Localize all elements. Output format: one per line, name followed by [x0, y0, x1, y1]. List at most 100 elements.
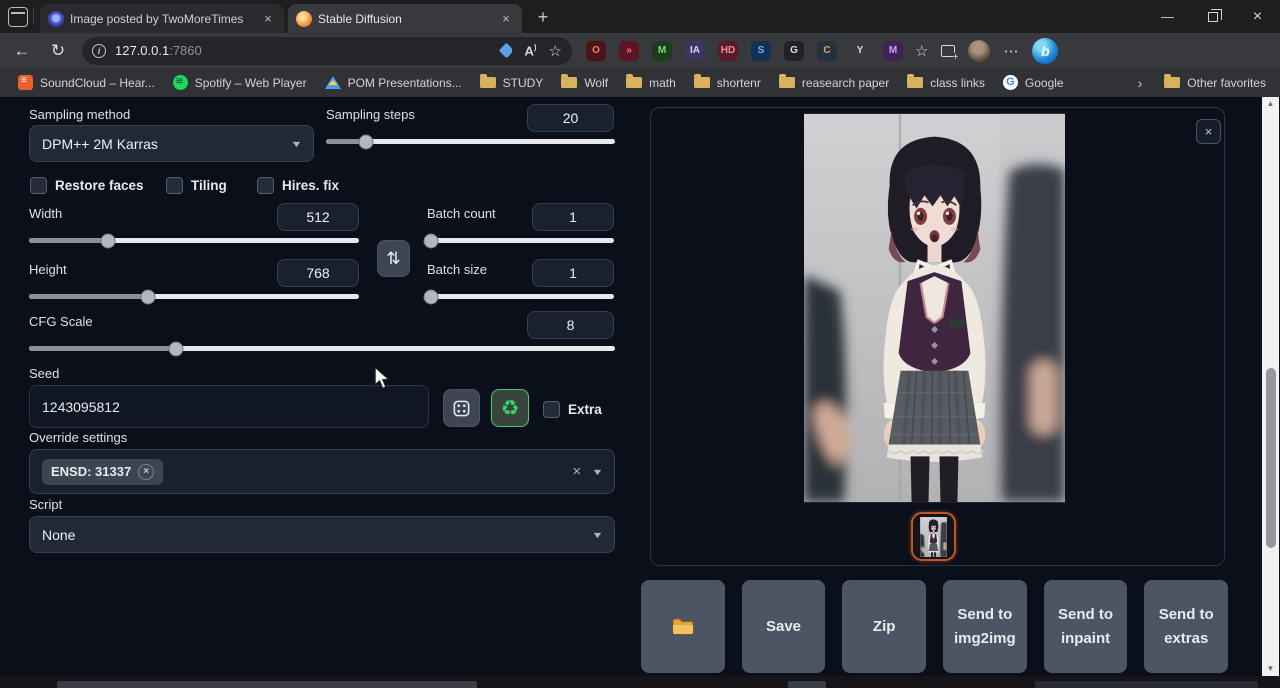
scroll-up-icon[interactable]: ▲ [1262, 97, 1279, 111]
bookmark-folder-math[interactable]: math [626, 76, 676, 90]
batch-size-input[interactable]: 1 [532, 259, 614, 287]
cfg-scale-input[interactable]: 8 [527, 311, 614, 339]
bookmark-google[interactable]: GGoogle [1003, 75, 1064, 90]
reuse-seed-button[interactable]: ♻ [491, 389, 529, 427]
site-info-icon[interactable]: i [92, 44, 106, 58]
bookmark-folder-class-links[interactable]: class links [907, 76, 985, 90]
script-dropdown[interactable]: None ▼ [29, 516, 615, 553]
extension-icon-2[interactable]: » [619, 41, 639, 61]
batch-count-slider[interactable] [427, 238, 614, 243]
extension-icon-4[interactable]: IA [685, 41, 705, 61]
slider-thumb[interactable] [423, 289, 438, 304]
refresh-button[interactable]: ↻ [44, 37, 72, 65]
tab2-close-icon[interactable]: × [498, 11, 514, 27]
tab-actions-icon[interactable] [8, 7, 28, 27]
open-folder-button[interactable] [641, 580, 725, 673]
tiling-option[interactable]: Tiling [166, 177, 227, 194]
sampling-method-dropdown[interactable]: DPM++ 2M Karras ▼ [29, 125, 314, 162]
random-seed-button[interactable] [443, 389, 480, 427]
batch-size-slider[interactable] [427, 294, 614, 299]
width-input[interactable]: 512 [277, 203, 359, 231]
favorites-hub-icon[interactable]: ☆ [915, 42, 928, 60]
extension-icon-3[interactable]: M [652, 41, 672, 61]
close-window-button[interactable]: × [1235, 0, 1280, 33]
address-bar[interactable]: i 127.0.0.1:7860 A) ☆ [82, 37, 572, 65]
cfg-scale-slider[interactable] [29, 346, 615, 351]
bing-copilot-icon[interactable]: b [1032, 38, 1058, 64]
hires-fix-option[interactable]: Hires. fix [257, 177, 339, 194]
slider-thumb[interactable] [101, 233, 116, 248]
zip-button[interactable]: Zip [842, 580, 926, 673]
width-slider[interactable] [29, 238, 359, 243]
sampling-steps-slider[interactable] [326, 139, 615, 144]
profile-avatar[interactable] [968, 40, 990, 62]
extension-icon-1[interactable]: O [586, 41, 606, 61]
tag-icon[interactable] [499, 43, 515, 59]
chevron-down-icon[interactable]: ▼ [591, 467, 603, 477]
slider-thumb[interactable] [423, 233, 438, 248]
slider-thumb[interactable] [140, 289, 155, 304]
restore-button[interactable] [1190, 0, 1235, 33]
chip-remove-icon[interactable]: × [138, 464, 154, 480]
bookmark-folder-wolf[interactable]: Wolf [561, 76, 608, 90]
collections-icon[interactable] [941, 45, 955, 57]
taskbar-tray-sliver[interactable] [1035, 681, 1258, 688]
bookmark-pom-presentations[interactable]: POM Presentations... [325, 76, 462, 90]
browser-tab-1[interactable]: Image posted by TwoMoreTimes × [40, 4, 284, 33]
send-to-inpaint-button[interactable]: Send to inpaint [1044, 580, 1128, 673]
tab1-close-icon[interactable]: × [260, 11, 276, 27]
extension-icon-9[interactable]: Y [850, 41, 870, 61]
sampling-steps-input[interactable]: 20 [527, 104, 614, 132]
batch-size-label: Batch size [427, 262, 487, 277]
generated-image[interactable] [804, 113, 1065, 503]
extension-icon-8[interactable]: C [817, 41, 837, 61]
scrollbar-thumb[interactable] [1266, 368, 1276, 548]
restore-faces-option[interactable]: Restore faces [30, 177, 144, 194]
extension-icon-6[interactable]: S [751, 41, 771, 61]
hires-fix-checkbox[interactable] [257, 177, 274, 194]
bookmark-spotify[interactable]: Spotify – Web Player [173, 75, 307, 90]
bookmark-soundcloud[interactable]: SoundCloud – Hear... [18, 75, 155, 90]
scroll-down-icon[interactable]: ▼ [1262, 662, 1279, 676]
bookmark-folder-shortenr[interactable]: shortenr [694, 76, 761, 90]
send-to-img2img-button[interactable]: Send to img2img [943, 580, 1027, 673]
read-aloud-icon[interactable]: A) [524, 43, 536, 58]
extension-icon-7[interactable]: G [784, 41, 804, 61]
bookmark-folder-reasearch-paper[interactable]: reasearch paper [779, 76, 889, 90]
height-input[interactable]: 768 [277, 259, 359, 287]
seed-extra-option[interactable]: Extra [543, 401, 602, 418]
browser-tab-2-active[interactable]: Stable Diffusion × [288, 4, 522, 33]
batch-count-input[interactable]: 1 [532, 203, 614, 231]
favorite-star-icon[interactable]: ☆ [549, 42, 562, 60]
seed-input[interactable]: 1243095812 [29, 385, 429, 428]
slider-fill [29, 346, 176, 351]
extension-icon-10[interactable]: M [883, 41, 903, 61]
slider-fill [29, 238, 108, 243]
bookmarks-overflow-icon[interactable]: › [1138, 75, 1143, 91]
send-to-extras-button[interactable]: Send to extras [1144, 580, 1228, 673]
save-button[interactable]: Save [742, 580, 826, 673]
clear-field-icon[interactable]: × [572, 463, 581, 480]
slider-thumb[interactable] [359, 134, 374, 149]
gallery-thumbnail-selected[interactable] [911, 512, 956, 561]
bookmark-other-favorites[interactable]: Other favorites [1164, 76, 1266, 90]
minimize-button[interactable]: — [1145, 0, 1190, 33]
close-preview-button[interactable]: × [1196, 119, 1221, 144]
override-settings-field[interactable]: ENSD: 31337 × × ▼ [29, 449, 615, 494]
tiling-checkbox[interactable] [166, 177, 183, 194]
taskbar-icons-sliver[interactable] [788, 681, 826, 688]
settings-menu-icon[interactable]: ⋯ [1003, 42, 1019, 60]
back-button[interactable]: ← [8, 37, 36, 65]
swap-width-height-button[interactable]: ⇅ [377, 240, 410, 277]
extra-checkbox[interactable] [543, 401, 560, 418]
height-slider[interactable] [29, 294, 359, 299]
url-host: 127.0.0.1 [115, 43, 169, 58]
extension-icon-5[interactable]: HD [718, 41, 738, 61]
bookmark-folder-study[interactable]: STUDY [480, 76, 544, 90]
divider [33, 8, 34, 25]
new-tab-button[interactable]: + [531, 6, 555, 30]
slider-thumb[interactable] [168, 341, 183, 356]
anime-girl-illustration [804, 113, 1065, 503]
restore-faces-checkbox[interactable] [30, 177, 47, 194]
taskbar-search-sliver[interactable] [57, 681, 477, 688]
